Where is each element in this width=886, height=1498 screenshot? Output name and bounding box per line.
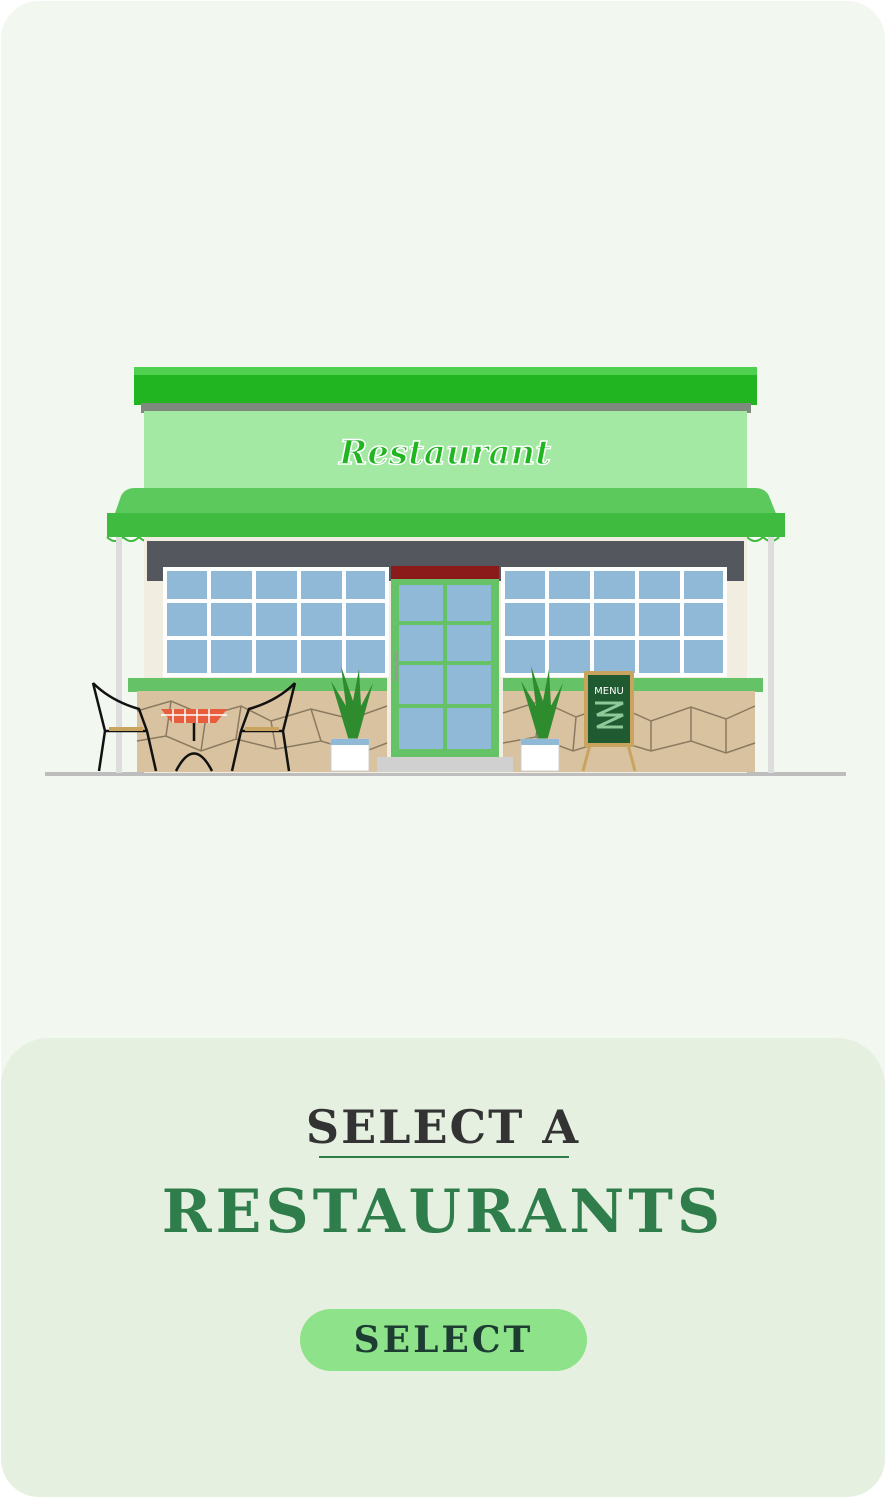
heading-underline — [319, 1156, 569, 1158]
onboarding-card: Restaurant MENU SELECT A RESTAURANTS SEL… — [1, 1, 885, 1497]
heading-select-a: SELECT A — [305, 1100, 581, 1154]
left-window — [163, 567, 389, 677]
menu-board-text: MENU — [594, 686, 624, 697]
right-window — [501, 567, 727, 677]
select-button[interactable]: SELECT — [300, 1309, 587, 1371]
restaurant-sign: Restaurant — [338, 433, 551, 473]
restaurant-illustration: Restaurant MENU — [45, 367, 846, 776]
heading-restaurants: RESTAURANTS — [161, 1177, 725, 1247]
